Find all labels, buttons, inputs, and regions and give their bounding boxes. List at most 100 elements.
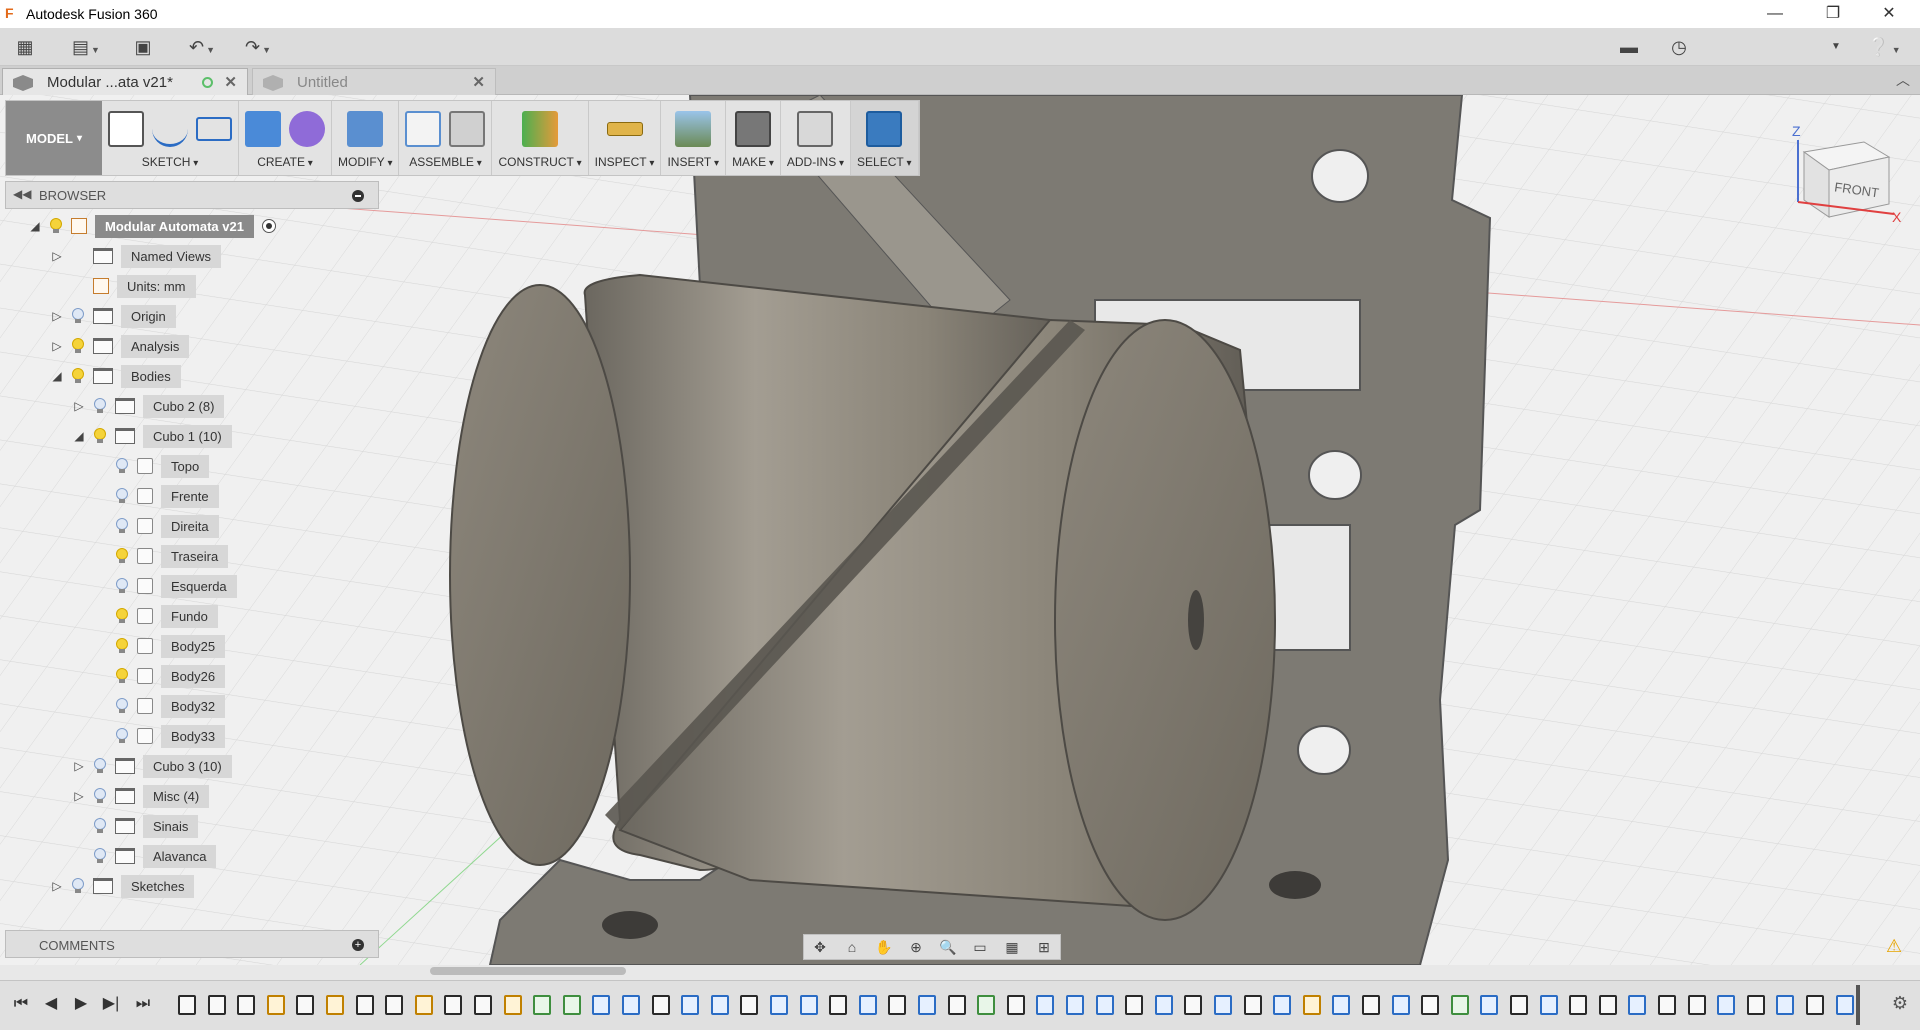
browser-item[interactable]: Fundo [93,603,218,629]
expand-toggle-icon[interactable]: ▷ [49,309,65,323]
timeline-feature-icon[interactable] [858,995,877,1015]
timeline-feature-icon[interactable] [385,995,404,1015]
insert-group[interactable]: INSERT [661,101,727,175]
timeline-feature-icon[interactable] [622,995,640,1015]
assemble-group[interactable]: ASSEMBLE [399,101,493,175]
browser-item[interactable]: Topo [93,453,210,479]
timeline-feature-icon[interactable] [799,995,818,1015]
sketch-group[interactable]: SKETCH [102,101,239,175]
offset-plane-icon[interactable] [522,111,559,147]
timeline-feature-icon[interactable] [1569,995,1588,1015]
browser-item-label[interactable]: Body32 [161,694,226,718]
browser-item-label[interactable]: Named Views [121,244,221,268]
timeline-feature-icon[interactable] [1154,995,1173,1015]
comments-panel-header[interactable]: COMMENTS + [5,930,379,958]
browser-item-label[interactable]: Topo [161,454,210,478]
browser-item-label[interactable]: Cubo 2 (8) [143,394,225,418]
inspect-group[interactable]: INSPECT [589,101,662,175]
expand-toggle-icon[interactable]: ▷ [71,789,87,803]
browser-item[interactable]: ◢ Bodies [49,363,181,389]
visibility-bulb-icon[interactable] [93,398,107,414]
timeline-feature-icon[interactable] [1658,995,1676,1015]
browser-item-label[interactable]: Cubo 3 (10) [143,754,232,778]
document-tab-active[interactable]: Modular ...ata v21* ✕ [2,68,248,95]
close-tab-icon[interactable]: ✕ [224,69,237,96]
undo-icon[interactable]: ↶ ▼ [180,34,224,60]
timeline-feature-icon[interactable] [1095,995,1114,1015]
timeline-feature-icon[interactable] [1510,995,1528,1015]
timeline-feature-icon[interactable] [592,995,611,1015]
rectangle-icon[interactable] [196,117,232,141]
timeline-feature-icon[interactable] [1628,995,1647,1015]
timeline-step-button[interactable]: ▶| [98,991,124,1017]
timeline-feature-icon[interactable] [1362,995,1380,1015]
timeline-feature-icon[interactable] [444,995,463,1015]
timeline-feature-icon[interactable] [681,995,700,1015]
browser-item-label[interactable]: Cubo 1 (10) [143,424,232,448]
browser-item-label[interactable]: Analysis [121,334,190,358]
expand-toggle-icon[interactable]: ▷ [49,339,65,353]
timeline-play-button[interactable]: ▶ [68,991,94,1017]
timeline-feature-icon[interactable] [326,995,344,1015]
comment-icon[interactable]: ▬ [1616,34,1642,60]
timeline-feature-icon[interactable] [414,995,433,1015]
browser-item-label[interactable]: Traseira [161,544,229,568]
timeline-feature-icon[interactable] [1332,995,1351,1015]
expand-toggle-icon[interactable]: ▷ [49,879,65,893]
make-group[interactable]: MAKE [726,101,781,175]
visibility-bulb-icon[interactable] [115,518,129,534]
timeline-feature-icon[interactable] [651,995,670,1015]
add-ins-group[interactable]: ADD-INS [781,101,852,175]
modify-menu[interactable]: MODIFY [338,155,392,169]
scripts-icon[interactable] [797,111,834,147]
visibility-bulb-icon[interactable] [115,668,129,684]
visibility-bulb-icon[interactable] [71,368,85,384]
browser-item[interactable]: Frente [93,483,219,509]
timeline-feature-icon[interactable] [1006,995,1025,1015]
measure-icon[interactable] [606,122,643,136]
browser-item[interactable]: Body32 [93,693,226,719]
grid-icon[interactable]: ▦ [996,935,1028,959]
3d-viewport[interactable] [0,95,1920,965]
visibility-bulb-icon[interactable] [115,698,129,714]
account-dropdown-icon[interactable]: ▼ [1826,34,1846,60]
browser-item[interactable]: ◢ Cubo 1 (10) [71,423,232,449]
create-sketch-icon[interactable] [108,111,144,147]
browser-item[interactable]: Esquerda [93,573,237,599]
timeline-feature-icon[interactable] [710,995,729,1015]
file-icon[interactable]: ▤ ▼ [66,34,106,60]
extrude-icon[interactable] [245,111,281,147]
browser-item[interactable]: ◢ Modular Automata v21 [27,213,276,239]
timeline-marker[interactable] [1856,985,1860,1025]
orbit-icon[interactable]: ✥ [804,935,836,959]
minimize-button[interactable]: — [1752,0,1798,28]
browser-item-label[interactable]: Sinais [143,814,199,838]
sketch-menu[interactable]: SKETCH [142,155,199,169]
timeline-back-button[interactable]: ◀ [38,991,64,1017]
horizontal-scrollbar[interactable] [430,967,626,975]
timeline-end-button[interactable]: ⏭ [130,991,156,1017]
timeline-feature-icon[interactable] [207,995,226,1015]
3d-print-icon[interactable] [734,111,771,147]
visibility-bulb-icon[interactable] [49,218,63,234]
timeline-feature-icon[interactable] [1806,995,1824,1015]
timeline-feature-icon[interactable] [770,995,788,1015]
browser-item-label[interactable]: Sketches [121,874,195,898]
timeline-feature-icon[interactable] [266,995,285,1015]
timeline-feature-icon[interactable] [1184,995,1203,1015]
document-tab-untitled[interactable]: Untitled ✕ [252,68,496,95]
timeline-feature-icon[interactable] [1125,995,1144,1015]
activate-radio-icon[interactable] [261,219,276,233]
pan-icon[interactable]: ✋ [868,935,900,959]
grid-icon[interactable]: ▦ [12,34,38,60]
visibility-bulb-icon[interactable] [115,728,129,744]
add-ins-menu[interactable]: ADD-INS [787,155,844,169]
browser-item-label[interactable]: Origin [121,304,176,328]
visibility-bulb-icon[interactable] [115,578,129,594]
warning-icon[interactable]: ⚠ [1886,936,1902,957]
create-menu[interactable]: CREATE [257,155,313,169]
display-icon[interactable]: ▭ [964,935,996,959]
timeline-feature-icon[interactable] [1302,995,1321,1015]
help-icon[interactable]: ❔ ▼ [1866,34,1902,60]
browser-item-label[interactable]: Body26 [161,664,226,688]
